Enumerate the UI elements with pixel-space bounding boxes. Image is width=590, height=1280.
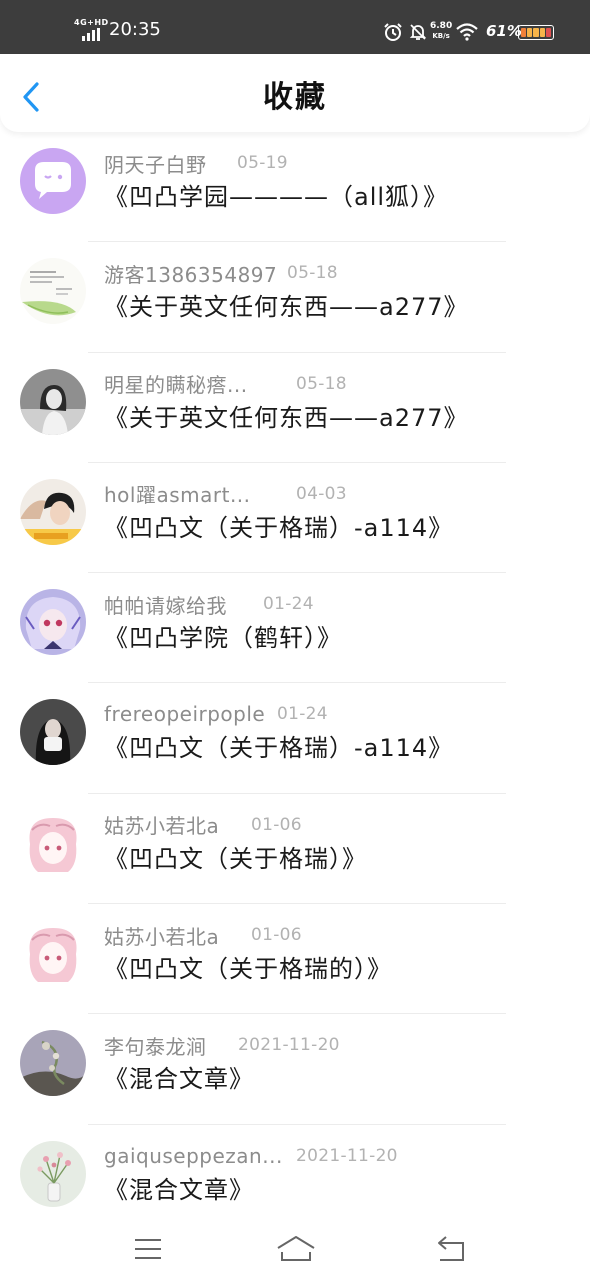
item-meta: frereopeirpople 01-24 <box>104 701 328 727</box>
item-meta: 阴天子白野 05-19 <box>104 149 288 178</box>
post-date: 01-24 <box>277 704 328 725</box>
battery-icon <box>518 25 554 40</box>
speed-unit: KB/s <box>432 32 450 40</box>
post-date: 04-03 <box>296 483 347 504</box>
list-item[interactable]: 姑苏小若北a 01-06 《凹凸文（关于格瑞的）》 <box>0 904 590 1015</box>
avatar <box>20 368 86 435</box>
item-title[interactable]: 《凹凸文（关于格瑞）-a114》 <box>104 511 453 545</box>
back-icon[interactable] <box>434 1232 468 1266</box>
item-title[interactable]: 《凹凸文（关于格瑞的）》 <box>104 952 392 986</box>
signal-icon <box>82 28 104 41</box>
list-item[interactable]: frereopeirpople 01-24 《凹凸文（关于格瑞）-a114》 <box>0 683 590 794</box>
item-meta: gaiquseppezan... 2021-11-20 <box>104 1143 398 1169</box>
post-date: 2021-11-20 <box>296 1145 398 1166</box>
alarm-icon <box>384 23 402 41</box>
battery-percent: 61% <box>486 22 522 40</box>
post-date: 05-18 <box>296 373 347 394</box>
item-title[interactable]: 《凹凸学园————（all狐）》 <box>104 180 448 214</box>
item-meta: 姑苏小若北a 01-06 <box>104 812 302 838</box>
app-header: 收藏 <box>0 54 590 132</box>
menu-icon[interactable] <box>131 1232 165 1266</box>
avatar <box>20 809 86 876</box>
list-item[interactable]: 明星的瞒秘瘩... 05-18 《关于英文任何东西——a277》 <box>0 353 590 463</box>
system-nav-bar <box>0 1218 590 1280</box>
list-item[interactable]: 姑苏小若北a 01-06 《凹凸文（关于格瑞）》 <box>0 794 590 905</box>
author-name[interactable]: 明星的瞒秘瘩... <box>104 369 296 398</box>
dnd-icon <box>409 24 427 40</box>
avatar <box>20 920 86 987</box>
author-name[interactable]: 游客1386354897 <box>104 259 287 288</box>
item-meta: 游客1386354897 05-18 <box>104 259 338 288</box>
post-date: 01-06 <box>251 925 302 946</box>
avatar <box>20 589 86 656</box>
clock-time: 20:35 <box>109 19 161 40</box>
home-icon[interactable] <box>276 1232 316 1266</box>
post-date: 01-06 <box>251 814 302 835</box>
list-item[interactable]: 阴天子白野 05-19 《凹凸学园————（all狐）》 <box>0 132 590 243</box>
avatar <box>20 699 86 766</box>
page-title: 收藏 <box>263 80 327 115</box>
author-name[interactable]: 姑苏小若北a <box>104 921 251 950</box>
network-type: 4G+HD <box>74 18 109 27</box>
avatar <box>20 258 86 325</box>
item-title[interactable]: 《混合文章》 <box>104 1062 254 1096</box>
author-name[interactable]: frereopeirpople <box>104 702 277 726</box>
post-date: 01-24 <box>263 594 314 615</box>
avatar <box>20 1140 86 1207</box>
item-title[interactable]: 《关于英文任何东西——a277》 <box>104 401 469 435</box>
item-meta: 李句泰龙涧 2021-11-20 <box>104 1031 340 1060</box>
item-title[interactable]: 《凹凸文（关于格瑞）》 <box>104 842 367 876</box>
item-meta: 姑苏小若北a 01-06 <box>104 921 302 950</box>
item-meta: 帕帕请嫁给我 01-24 <box>104 590 314 619</box>
network-speed: 6.80 KB/s <box>430 21 452 41</box>
item-title[interactable]: 《凹凸文（关于格瑞）-a114》 <box>104 731 453 765</box>
author-name[interactable]: 帕帕请嫁给我 <box>104 590 263 619</box>
list-item[interactable]: 游客1386354897 05-18 《关于英文任何东西——a277》 <box>0 242 590 353</box>
wifi-icon <box>456 23 478 41</box>
author-name[interactable]: hol躍asmart... <box>104 479 296 508</box>
author-name[interactable]: gaiquseppezan... <box>104 1144 296 1168</box>
post-date: 2021-11-20 <box>238 1035 340 1056</box>
list-item[interactable]: 帕帕请嫁给我 01-24 《凹凸学院（鹤轩）》 <box>0 573 590 684</box>
item-meta: 明星的瞒秘瘩... 05-18 <box>104 371 347 397</box>
item-title[interactable]: 《凹凸学院（鹤轩）》 <box>104 621 342 655</box>
avatar <box>20 478 86 545</box>
speed-value: 6.80 <box>430 21 453 31</box>
list-item[interactable]: 李句泰龙涧 2021-11-20 《混合文章》 <box>0 1014 590 1125</box>
list-item[interactable]: hol躍asmart... 04-03 《凹凸文（关于格瑞）-a114》 <box>0 463 590 574</box>
status-bar: 4G+HD 20:35 6.80 KB/s 61% <box>0 0 590 54</box>
author-name[interactable]: 姑苏小若北a <box>104 810 251 839</box>
avatar <box>20 1030 86 1097</box>
item-title[interactable]: 《混合文章》 <box>104 1173 254 1207</box>
post-date: 05-19 <box>237 153 288 173</box>
item-title[interactable]: 《关于英文任何东西——a277》 <box>104 290 469 324</box>
avatar <box>20 148 86 214</box>
item-meta: hol躍asmart... 04-03 <box>104 481 347 507</box>
author-name[interactable]: 李句泰龙涧 <box>104 1031 238 1060</box>
post-date: 05-18 <box>287 263 338 284</box>
favorites-list: 阴天子白野 05-19 《凹凸学园————（all狐）》 游客138635489… <box>0 132 590 1235</box>
author-name[interactable]: 阴天子白野 <box>104 149 237 178</box>
